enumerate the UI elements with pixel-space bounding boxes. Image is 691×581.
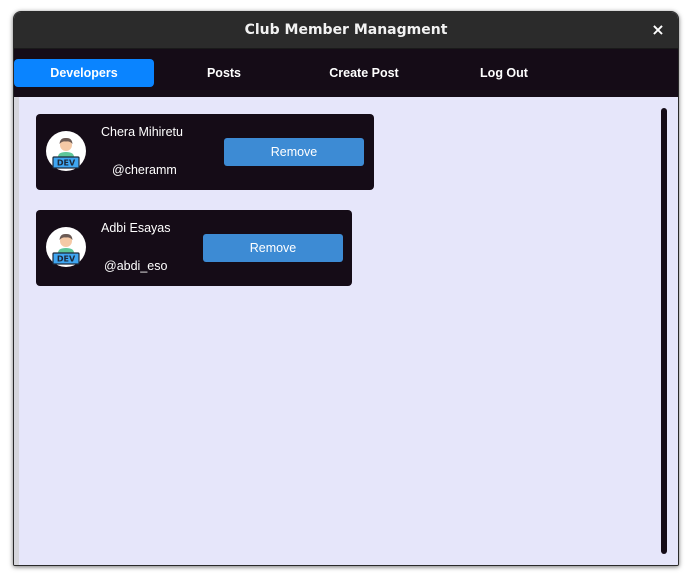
title-bar[interactable]: Club Member Managment ×	[14, 12, 678, 49]
tab-log-out[interactable]: Log Out	[444, 59, 564, 87]
member-card: DEV Adbi Esayas @abdi_eso Remove	[36, 210, 352, 286]
nav-bar: Developers Posts Create Post Log Out	[14, 49, 678, 97]
tab-posts[interactable]: Posts	[164, 59, 284, 87]
tab-developers[interactable]: Developers	[14, 59, 154, 87]
content-edge	[14, 97, 19, 565]
vertical-scrollbar[interactable]	[661, 108, 667, 554]
developer-avatar-icon: DEV	[46, 227, 86, 267]
avatar-badge: DEV	[57, 159, 76, 168]
members-list: DEV Chera Mihiretu @cheramm Remove DEV A…	[14, 97, 678, 565]
member-name: Adbi Esayas	[101, 221, 171, 235]
member-handle: @abdi_eso	[104, 259, 168, 273]
remove-button[interactable]: Remove	[203, 234, 343, 262]
tab-create-post[interactable]: Create Post	[304, 59, 424, 87]
avatar-badge: DEV	[57, 255, 76, 264]
developer-avatar-icon: DEV	[46, 131, 86, 171]
app-window: Club Member Managment × Developers Posts…	[13, 11, 679, 566]
member-name: Chera Mihiretu	[101, 125, 183, 139]
member-card: DEV Chera Mihiretu @cheramm Remove	[36, 114, 374, 190]
remove-button[interactable]: Remove	[224, 138, 364, 166]
close-icon[interactable]: ×	[648, 20, 668, 40]
member-handle: @cheramm	[112, 163, 177, 177]
window-title: Club Member Managment	[244, 22, 448, 38]
